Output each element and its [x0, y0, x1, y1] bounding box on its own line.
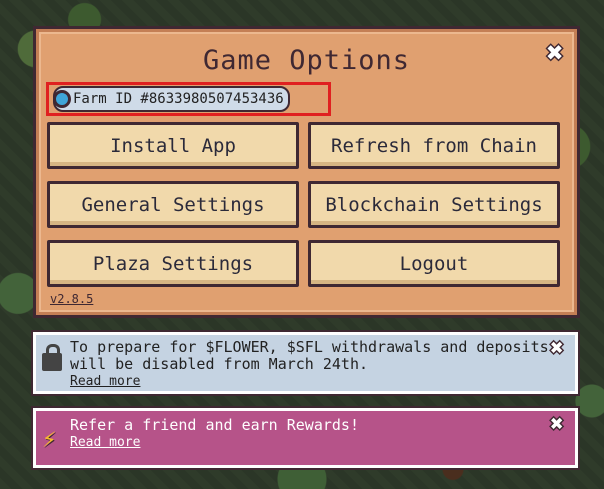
refresh-from-chain-button[interactable]: Refresh from Chain [308, 122, 560, 169]
banner-message: To prepare for $FLOWER, $SFL withdrawals… [70, 339, 575, 390]
lock-icon [42, 344, 62, 371]
close-icon[interactable]: ✖ [545, 413, 569, 437]
farm-id-badge[interactable]: Farm ID #8633980507453436 [53, 86, 290, 112]
version-label[interactable]: v2.8.5 [50, 292, 93, 306]
banner-text: Refer a friend and earn Rewards! [70, 416, 359, 434]
banner-text: To prepare for $FLOWER, $SFL withdrawals… [70, 338, 549, 373]
read-more-link[interactable]: Read more [70, 434, 359, 451]
close-icon[interactable]: ✖ [545, 337, 569, 361]
install-app-button[interactable]: Install App [47, 122, 299, 169]
search-icon [53, 90, 71, 108]
dialog-title: Game Options [202, 45, 411, 76]
referral-banner: ⚡ Refer a friend and earn Rewards! Read … [33, 408, 578, 468]
plaza-settings-button[interactable]: Plaza Settings [47, 240, 299, 287]
withdrawal-notice-banner: To prepare for $FLOWER, $SFL withdrawals… [33, 332, 578, 394]
farm-id-highlight: Farm ID #8633980507453436 [46, 82, 331, 116]
blockchain-settings-button[interactable]: Blockchain Settings [308, 181, 560, 228]
close-icon[interactable]: ✖ [541, 39, 569, 67]
banner-message: Refer a friend and earn Rewards! Read mo… [70, 417, 359, 451]
logout-button[interactable]: Logout [308, 240, 560, 287]
general-settings-button[interactable]: General Settings [47, 181, 299, 228]
lightning-icon: ⚡ [42, 425, 57, 453]
read-more-link[interactable]: Read more [70, 373, 575, 390]
farm-id-text: Farm ID #8633980507453436 [73, 91, 284, 107]
